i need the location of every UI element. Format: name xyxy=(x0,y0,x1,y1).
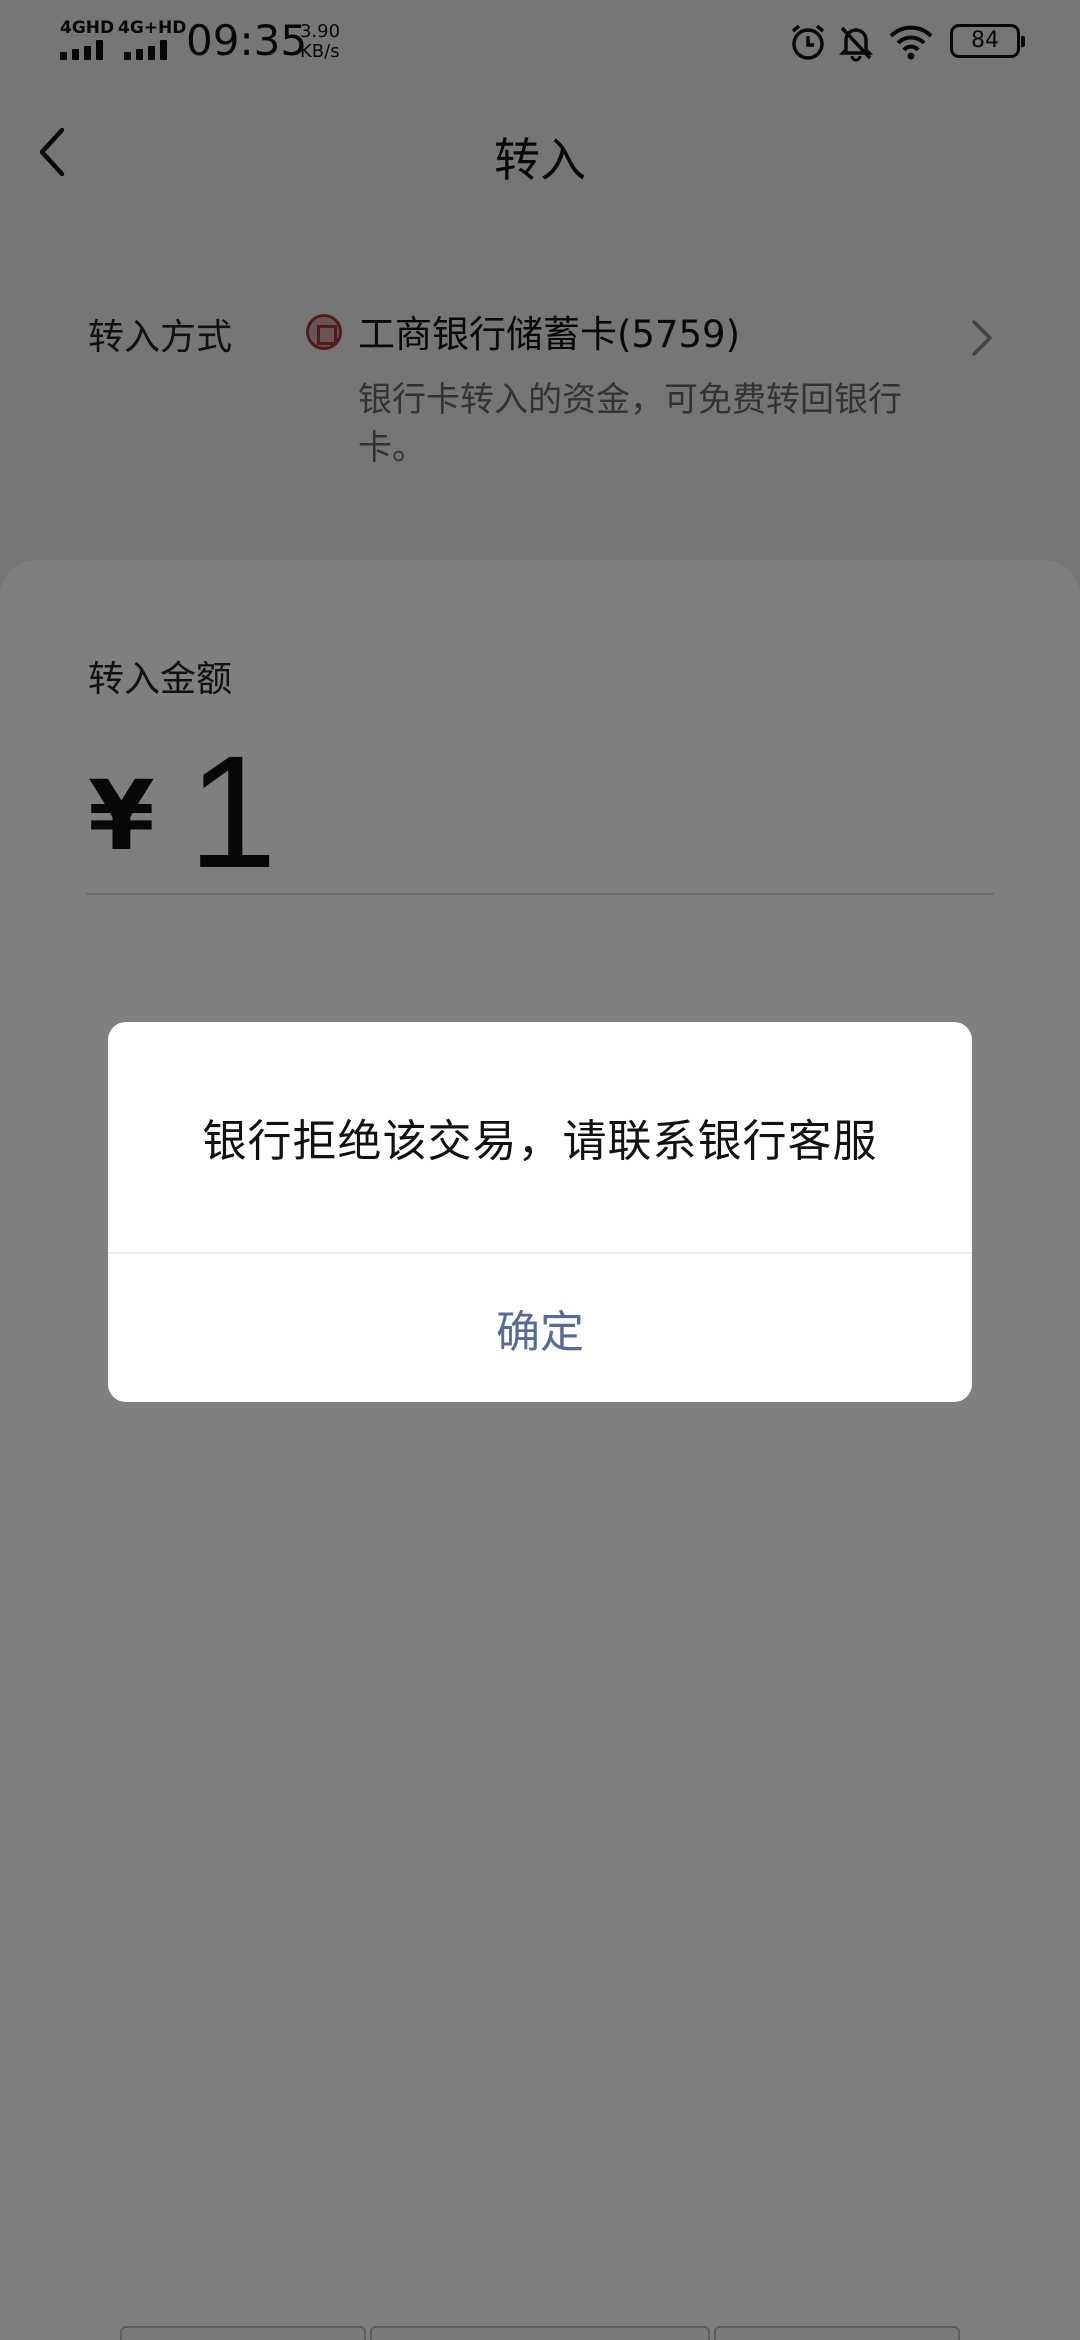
dialog-message: 银行拒绝该交易，请联系银行客服 xyxy=(202,1116,878,1167)
error-dialog: 银行拒绝该交易，请联系银行客服 确定 xyxy=(108,1022,972,1402)
confirm-button[interactable]: 确定 xyxy=(108,1254,972,1402)
